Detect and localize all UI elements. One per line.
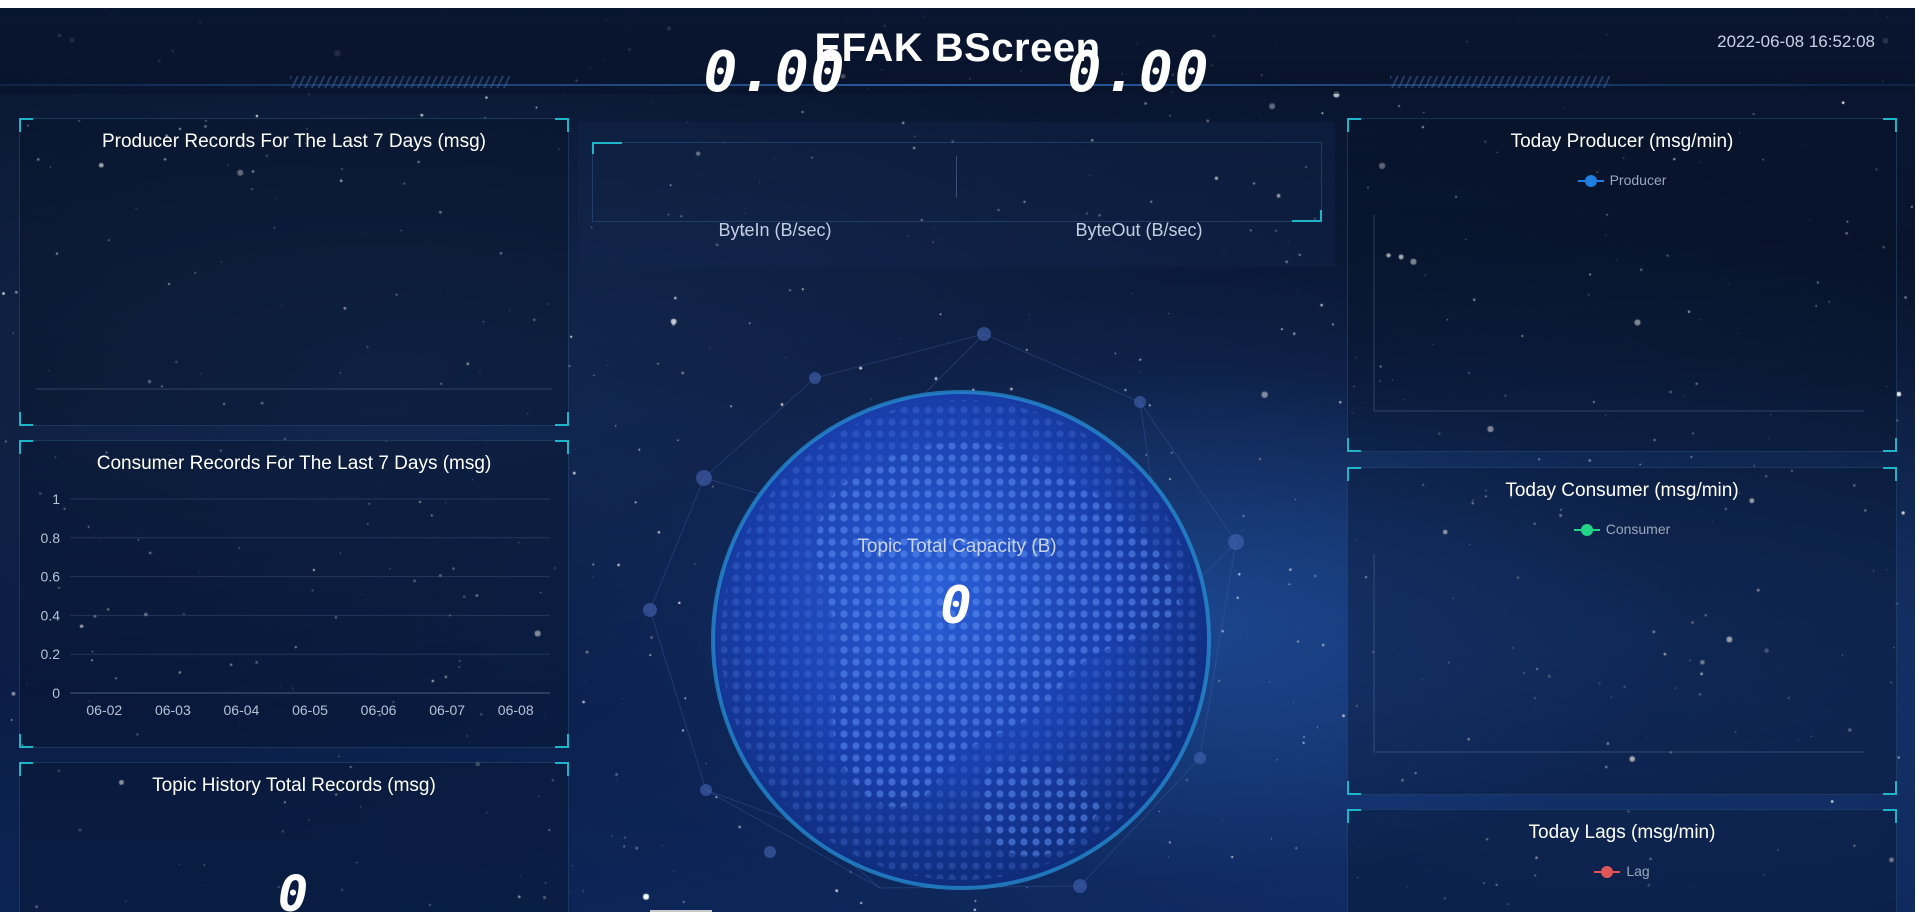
legend-marker bbox=[1594, 866, 1621, 879]
x-tick-label: 06-07 bbox=[429, 702, 465, 718]
y-tick-label: 1 bbox=[52, 491, 60, 507]
bscreen-dashboard: EFAK BScreen 2022-06-08 16:52:08 Produce… bbox=[0, 8, 1915, 912]
consumer-history-panel: Consumer Records For The Last 7 Days (ms… bbox=[19, 440, 569, 748]
header-decoration-left bbox=[290, 76, 510, 88]
legend-label: Lag bbox=[1626, 863, 1650, 879]
topic-history-total-value: 0 bbox=[277, 865, 311, 912]
x-tick-label: 06-04 bbox=[224, 702, 260, 718]
x-tick-label: 06-06 bbox=[361, 702, 397, 718]
today-consumer-panel: Today Consumer (msg/min) Consumer bbox=[1347, 467, 1897, 795]
y-tick-label: 0.6 bbox=[41, 569, 61, 585]
y-tick-label: 0.4 bbox=[41, 607, 61, 623]
today-producer-panel: Today Producer (msg/min) Producer bbox=[1347, 118, 1897, 452]
consumer-history-chart: 0 0.2 0.4 0.6 0.8 1 06-02 06-03 06-04 06-05 06-06 0… bbox=[41, 491, 550, 718]
y-tick-label: 0.8 bbox=[41, 530, 61, 546]
kpi-separator bbox=[956, 156, 957, 198]
header-decoration-right bbox=[1390, 76, 1610, 88]
x-tick-label: 06-08 bbox=[498, 702, 534, 718]
topic-history-panel: Topic History Total Records (msg) 0 bbox=[19, 762, 569, 912]
x-tick-label: 06-03 bbox=[155, 702, 191, 718]
x-tick-label: 06-02 bbox=[86, 702, 122, 718]
today-consumer-chart bbox=[1373, 554, 1864, 753]
today-producer-chart bbox=[1373, 215, 1864, 412]
byte-out-value: 0.00 bbox=[1067, 40, 1211, 105]
byte-in-label: ByteIn (B/sec) bbox=[718, 220, 832, 240]
current-datetime: 2022-06-08 16:52:08 bbox=[1717, 32, 1875, 51]
y-tick-label: 0.2 bbox=[41, 646, 61, 662]
x-tick-label: 06-05 bbox=[292, 702, 328, 718]
producer-history-chart bbox=[36, 388, 552, 390]
panel-title: Topic History Total Records (msg) bbox=[152, 775, 436, 796]
y-tick-label: 0 bbox=[52, 685, 60, 701]
kpi-frame bbox=[592, 142, 1322, 222]
producer-history-panel: Producer Records For The Last 7 Days (ms… bbox=[19, 118, 569, 426]
topic-capacity-label: Topic Total Capacity (B) bbox=[857, 536, 1057, 557]
chart-legend: Lag bbox=[1348, 863, 1896, 879]
header-divider bbox=[0, 84, 1915, 86]
today-lags-panel: Today Lags (msg/min) Lag bbox=[1347, 809, 1897, 912]
panel-title: Today Lags (msg/min) bbox=[1528, 822, 1716, 843]
byte-in-value: 0.00 bbox=[703, 40, 847, 105]
page-title: EFAK BScreen bbox=[814, 26, 1101, 70]
byte-out-label: ByteOut (B/sec) bbox=[1075, 220, 1203, 240]
topic-capacity-value: 0 bbox=[940, 576, 974, 636]
